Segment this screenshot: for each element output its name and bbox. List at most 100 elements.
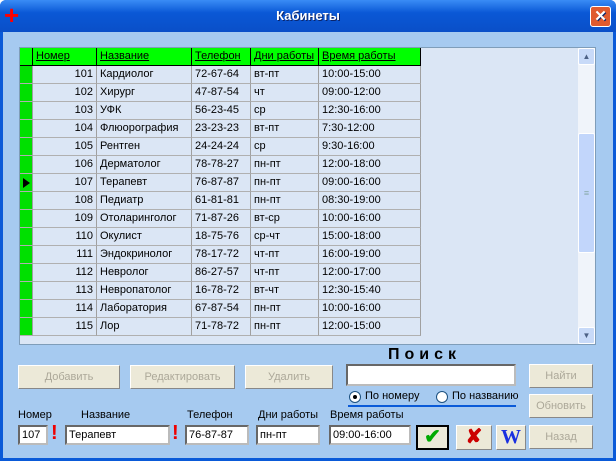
- cell-phone[interactable]: 76-87-87: [192, 174, 251, 192]
- cell-number[interactable]: 101: [33, 66, 97, 84]
- cell-number[interactable]: 112: [33, 264, 97, 282]
- row-indicator[interactable]: [20, 246, 33, 264]
- cell-name[interactable]: Кардиолог: [97, 66, 192, 84]
- cell-days[interactable]: вт-пт: [251, 120, 319, 138]
- radio-by-name[interactable]: [436, 391, 448, 403]
- cell-time[interactable]: 10:00-16:00: [319, 300, 421, 318]
- cell-phone[interactable]: 61-81-81: [192, 192, 251, 210]
- scroll-up-button[interactable]: ▲: [578, 48, 595, 65]
- cell-name[interactable]: Флюорография: [97, 120, 192, 138]
- cell-time[interactable]: 12:00-18:00: [319, 156, 421, 174]
- cell-name[interactable]: Педиатр: [97, 192, 192, 210]
- cell-days[interactable]: вт-чт: [251, 282, 319, 300]
- cell-days[interactable]: чт: [251, 84, 319, 102]
- refresh-button[interactable]: Обновить: [529, 394, 593, 418]
- cell-number[interactable]: 115: [33, 318, 97, 336]
- col-header-name[interactable]: Название: [97, 48, 192, 66]
- search-input[interactable]: [346, 364, 516, 386]
- edit-button[interactable]: Редактировать: [130, 365, 235, 389]
- cell-time[interactable]: 7:30-12:00: [319, 120, 421, 138]
- back-button[interactable]: Назад: [529, 425, 593, 449]
- cell-name[interactable]: Хирург: [97, 84, 192, 102]
- cell-number[interactable]: 108: [33, 192, 97, 210]
- cell-number[interactable]: 111: [33, 246, 97, 264]
- cell-days[interactable]: вт-пт: [251, 66, 319, 84]
- cell-time[interactable]: 9:30-16:00: [319, 138, 421, 156]
- cell-phone[interactable]: 72-67-64: [192, 66, 251, 84]
- table-row[interactable]: 106 Дерматолог 78-78-27 пн-пт 12:00-18:00: [20, 156, 421, 174]
- cell-time[interactable]: 15:00-18:00: [319, 228, 421, 246]
- cell-number[interactable]: 109: [33, 210, 97, 228]
- cell-phone[interactable]: 78-78-27: [192, 156, 251, 174]
- cell-number[interactable]: 114: [33, 300, 97, 318]
- cell-phone[interactable]: 78-17-72: [192, 246, 251, 264]
- cancel-button[interactable]: ✘: [456, 425, 492, 450]
- word-export-button[interactable]: W: [496, 425, 526, 450]
- cell-time[interactable]: 09:00-16:00: [319, 174, 421, 192]
- cell-name[interactable]: Рентген: [97, 138, 192, 156]
- cell-name[interactable]: Дерматолог: [97, 156, 192, 174]
- cell-name[interactable]: Лор: [97, 318, 192, 336]
- row-indicator[interactable]: [20, 120, 33, 138]
- table-row[interactable]: 104 Флюорография 23-23-23 вт-пт 7:30-12:00: [20, 120, 421, 138]
- cell-days[interactable]: ср: [251, 102, 319, 120]
- cell-name[interactable]: Лаборатория: [97, 300, 192, 318]
- days-field[interactable]: пн-пт: [256, 425, 320, 445]
- cell-days[interactable]: ср: [251, 138, 319, 156]
- cell-time[interactable]: 12:00-17:00: [319, 264, 421, 282]
- cell-days[interactable]: чт-пт: [251, 246, 319, 264]
- cell-name[interactable]: Невролог: [97, 264, 192, 282]
- cell-phone[interactable]: 71-78-72: [192, 318, 251, 336]
- cell-time[interactable]: 10:00-15:00: [319, 66, 421, 84]
- row-indicator[interactable]: [20, 156, 33, 174]
- col-header-number[interactable]: Номер: [33, 48, 97, 66]
- radio-by-name-label[interactable]: По названию: [452, 390, 519, 402]
- cell-name[interactable]: Терапевт: [97, 174, 192, 192]
- cell-name[interactable]: Невропатолог: [97, 282, 192, 300]
- row-indicator[interactable]: [20, 84, 33, 102]
- cell-number[interactable]: 107: [33, 174, 97, 192]
- name-field[interactable]: Терапевт: [65, 425, 170, 445]
- row-indicator[interactable]: [20, 318, 33, 336]
- cell-phone[interactable]: 47-87-54: [192, 84, 251, 102]
- cell-days[interactable]: пн-пт: [251, 156, 319, 174]
- cell-number[interactable]: 103: [33, 102, 97, 120]
- cell-time[interactable]: 12:30-16:00: [319, 102, 421, 120]
- cell-time[interactable]: 12:00-15:00: [319, 318, 421, 336]
- data-grid[interactable]: Номер Название Телефон Дни работы Время …: [19, 47, 596, 345]
- table-row[interactable]: 101 Кардиолог 72-67-64 вт-пт 10:00-15:00: [20, 66, 421, 84]
- table-row[interactable]: 112 Невролог 86-27-57 чт-пт 12:00-17:00: [20, 264, 421, 282]
- row-indicator[interactable]: [20, 174, 33, 192]
- cell-days[interactable]: вт-ср: [251, 210, 319, 228]
- cell-days[interactable]: пн-пт: [251, 300, 319, 318]
- cell-time[interactable]: 12:30-15:40: [319, 282, 421, 300]
- phone-field[interactable]: 76-87-87: [185, 425, 249, 445]
- table-row[interactable]: 110 Окулист 18-75-76 ср-чт 15:00-18:00: [20, 228, 421, 246]
- save-check-button[interactable]: ✔: [416, 425, 449, 450]
- col-header-days[interactable]: Дни работы: [251, 48, 319, 66]
- scroll-down-button[interactable]: ▼: [578, 327, 595, 344]
- table-row[interactable]: 113 Невропатолог 16-78-72 вт-чт 12:30-15:40: [20, 282, 421, 300]
- cell-number[interactable]: 113: [33, 282, 97, 300]
- row-indicator[interactable]: [20, 210, 33, 228]
- table-row[interactable]: 103 УФК 56-23-45 ср 12:30-16:00: [20, 102, 421, 120]
- number-field[interactable]: 107: [18, 425, 48, 445]
- cell-name[interactable]: Окулист: [97, 228, 192, 246]
- cell-number[interactable]: 106: [33, 156, 97, 174]
- cell-time[interactable]: 09:00-12:00: [319, 84, 421, 102]
- radio-by-number[interactable]: [349, 391, 361, 403]
- add-button[interactable]: Добавить: [18, 365, 120, 389]
- scroll-thumb[interactable]: ≡: [578, 133, 595, 253]
- table-row[interactable]: 105 Рентген 24-24-24 ср 9:30-16:00: [20, 138, 421, 156]
- table-row[interactable]: 108 Педиатр 61-81-81 пн-пт 08:30-19:00: [20, 192, 421, 210]
- row-indicator[interactable]: [20, 300, 33, 318]
- row-indicator[interactable]: [20, 138, 33, 156]
- time-field[interactable]: 09:00-16:00: [329, 425, 411, 445]
- find-button[interactable]: Найти: [529, 364, 593, 388]
- cell-time[interactable]: 10:00-16:00: [319, 210, 421, 228]
- cell-days[interactable]: пн-пт: [251, 192, 319, 210]
- cell-number[interactable]: 105: [33, 138, 97, 156]
- row-indicator[interactable]: [20, 192, 33, 210]
- cell-phone[interactable]: 23-23-23: [192, 120, 251, 138]
- delete-button[interactable]: Удалить: [245, 365, 333, 389]
